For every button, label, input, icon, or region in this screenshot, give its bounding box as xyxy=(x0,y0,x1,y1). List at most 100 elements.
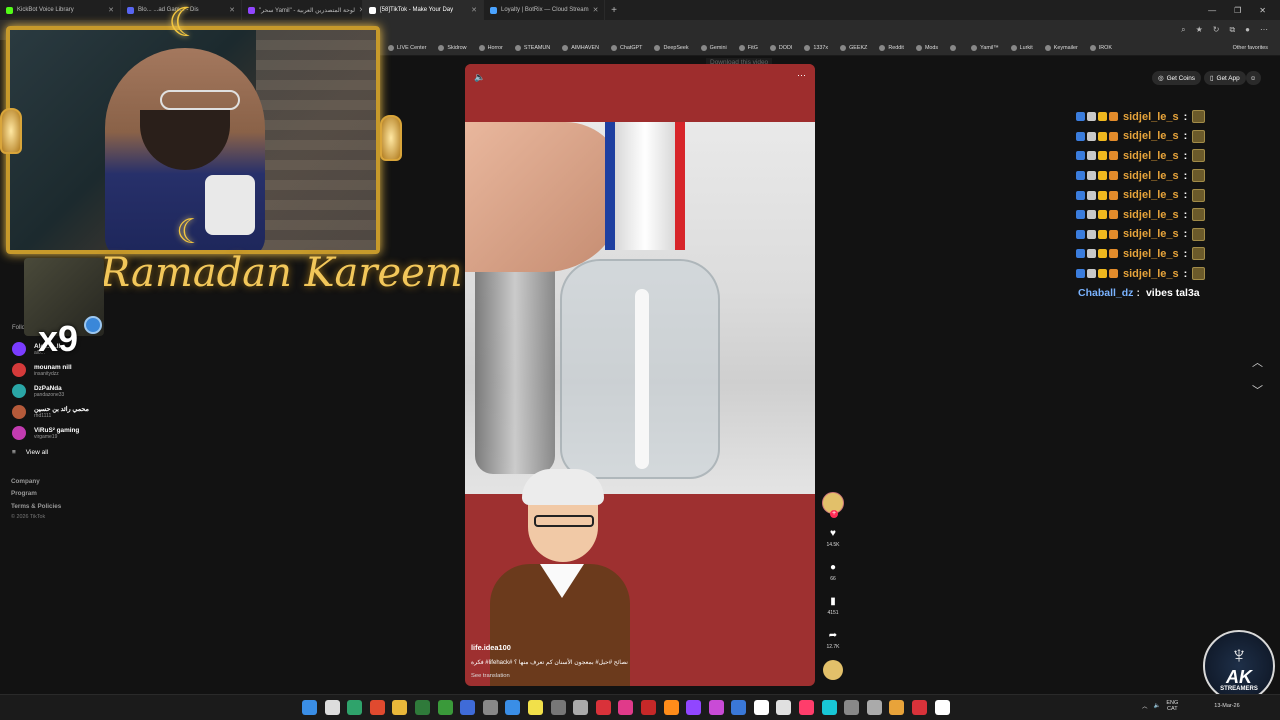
tab-close-icon[interactable]: ✕ xyxy=(108,6,114,14)
brave-browser-icon[interactable] xyxy=(369,700,385,715)
share-arrow-icon[interactable]: ➦ xyxy=(829,630,837,641)
following-account[interactable]: mounam nill insanitydzz xyxy=(12,363,72,377)
more-options-icon[interactable]: ⋯ xyxy=(797,70,806,81)
bookmark-item[interactable]: Lurkit xyxy=(1010,44,1033,51)
view-all-link[interactable]: ≡ View all xyxy=(12,449,48,456)
new-tab-button[interactable]: + xyxy=(605,5,623,16)
comment-icon[interactable]: ● xyxy=(830,562,836,573)
bookmark-item[interactable]: AIMHAVEN xyxy=(562,44,599,51)
crescent-moon-icon: ☾ xyxy=(168,1,204,45)
zoom-icon[interactable]: ⌕ xyxy=(1181,25,1185,35)
app-icon[interactable] xyxy=(889,700,905,715)
record-icon[interactable] xyxy=(640,700,656,715)
steam-icon[interactable] xyxy=(505,700,521,715)
maximize-icon[interactable]: ❐ xyxy=(1234,6,1241,15)
app-icon[interactable] xyxy=(595,700,611,715)
volume-icon[interactable]: 🔈 xyxy=(474,72,485,83)
xbox-icon[interactable] xyxy=(414,700,430,715)
chat-username: sidjel_le_s xyxy=(1123,208,1179,221)
profile-avatar-button[interactable]: ☺ xyxy=(1246,71,1261,85)
app-icon[interactable] xyxy=(731,700,747,715)
app-icon[interactable] xyxy=(844,700,860,715)
bookmark-item[interactable]: 1337x xyxy=(804,44,828,51)
get-app-button[interactable]: ▯ Get App xyxy=(1204,71,1246,85)
windows-start-icon[interactable] xyxy=(302,700,317,715)
tray-chevron-icon[interactable]: ︿ xyxy=(1142,702,1148,710)
app-icon[interactable] xyxy=(821,700,837,715)
tab-close-icon[interactable]: ✕ xyxy=(229,6,235,14)
obs-icon[interactable] xyxy=(934,700,950,715)
app-icon[interactable] xyxy=(708,700,724,715)
app-icon[interactable] xyxy=(573,700,589,715)
browser-tab[interactable]: "سحر Yamil" - لوحة المتصدرين العربية✕ xyxy=(242,0,363,20)
chat-badge-icon xyxy=(1076,112,1085,122)
video-username[interactable]: life.idea100 xyxy=(471,643,511,652)
footer-program[interactable]: Program xyxy=(11,490,37,497)
see-translation-link[interactable]: See translation xyxy=(471,673,510,679)
video-player[interactable]: 🔈 ⋯ life.idea100 فكرة #lifehack# نصائح #… xyxy=(465,64,815,686)
tab-close-icon[interactable]: ✕ xyxy=(593,6,599,14)
bookmark-item[interactable]: Mods xyxy=(915,44,938,51)
bookmark-icon[interactable]: ▮ xyxy=(830,596,836,607)
favorite-star-icon[interactable]: ★ xyxy=(1196,25,1203,35)
edge-browser-icon[interactable] xyxy=(347,700,363,715)
soundcloud-icon[interactable] xyxy=(663,700,679,715)
get-coins-button[interactable]: ◎ Get Coins xyxy=(1152,71,1201,85)
minimize-icon[interactable]: — xyxy=(1208,6,1216,15)
app-icon[interactable] xyxy=(799,700,815,715)
bookmark-item[interactable] xyxy=(950,44,959,51)
profile-icon[interactable]: ● xyxy=(1245,25,1250,35)
search-icon[interactable] xyxy=(324,700,340,715)
app-icon[interactable] xyxy=(866,700,882,715)
app-icon[interactable] xyxy=(527,700,543,715)
window-controls: — ❐ ✕ xyxy=(1208,6,1280,15)
bookmark-item[interactable]: DODI xyxy=(769,44,792,51)
app-icon[interactable] xyxy=(776,700,792,715)
creator-avatar[interactable] xyxy=(822,492,844,518)
browser-tab-active[interactable]: [58]TikTok - Make Your Day ✕ xyxy=(363,0,484,20)
bookmark-item[interactable]: ChatGPT xyxy=(610,44,642,51)
close-window-icon[interactable]: ✕ xyxy=(1259,6,1266,15)
bookmark-item[interactable]: FitG xyxy=(738,44,758,51)
extensions-icon[interactable]: ⧉ xyxy=(1229,25,1235,35)
following-account[interactable]: ViRuS² gaming virgame19 xyxy=(12,426,79,440)
next-video-arrow-icon[interactable]: ﹀ xyxy=(1252,382,1263,398)
browser-tab[interactable]: KickBot Voice Library ✕ xyxy=(0,0,121,20)
bookmark-item[interactable]: Keymailer xyxy=(1044,44,1078,51)
other-favorites-folder[interactable]: Other favorites xyxy=(1233,45,1280,51)
following-account[interactable]: DzPaNda pandazone33 xyxy=(12,384,64,398)
tab-close-icon[interactable]: ✕ xyxy=(471,6,477,14)
bookmark-item[interactable]: GEEKZ xyxy=(840,44,867,51)
app-icon[interactable] xyxy=(550,700,566,715)
bookmark-item[interactable]: Yamil™ xyxy=(971,44,999,51)
following-account[interactable]: محمي رائد بن حسين rhd1111 xyxy=(12,405,89,419)
bookmark-item[interactable]: LIVE Center xyxy=(388,44,426,51)
bookmark-item[interactable]: Reddit xyxy=(879,44,904,51)
app-icon[interactable] xyxy=(686,700,702,715)
file-explorer-icon[interactable] xyxy=(392,700,408,715)
refresh-icon[interactable]: ↻ xyxy=(1213,25,1220,35)
tab-favicon-icon xyxy=(490,6,497,14)
chrome-icon[interactable] xyxy=(460,700,476,715)
music-disc-avatar[interactable] xyxy=(823,660,843,680)
speaker-icon[interactable]: 🔈 xyxy=(1154,703,1161,709)
bookmark-item[interactable]: Skidrow xyxy=(438,44,467,51)
app-icon[interactable] xyxy=(482,700,498,715)
app-icon[interactable] xyxy=(753,700,769,715)
bookmark-item[interactable]: Horror xyxy=(478,44,503,51)
gamepass-icon[interactable] xyxy=(437,700,453,715)
bookmark-item[interactable]: DeepSeek xyxy=(654,44,689,51)
browser-tab[interactable]: Loyalty | BotRix — Cloud Stream ✕ xyxy=(484,0,605,20)
bookmark-item[interactable]: STEAMUN xyxy=(514,44,550,51)
previous-video-arrow-icon[interactable]: ︿ xyxy=(1252,354,1263,370)
footer-company[interactable]: Company xyxy=(11,478,40,485)
tiktok-icon[interactable] xyxy=(618,700,634,715)
language-indicator[interactable]: ENG CAT xyxy=(1166,700,1178,712)
bookmark-item[interactable]: IROK xyxy=(1089,44,1112,51)
footer-terms[interactable]: Terms & Policies xyxy=(11,503,61,510)
bookmark-item[interactable]: Gemini xyxy=(700,44,727,51)
app-icon[interactable] xyxy=(912,700,928,715)
menu-icon[interactable]: ⋯ xyxy=(1260,25,1268,35)
clock-date[interactable]: 13-Mar-26 xyxy=(1214,703,1239,709)
like-heart-icon[interactable]: ♥ xyxy=(830,528,836,539)
